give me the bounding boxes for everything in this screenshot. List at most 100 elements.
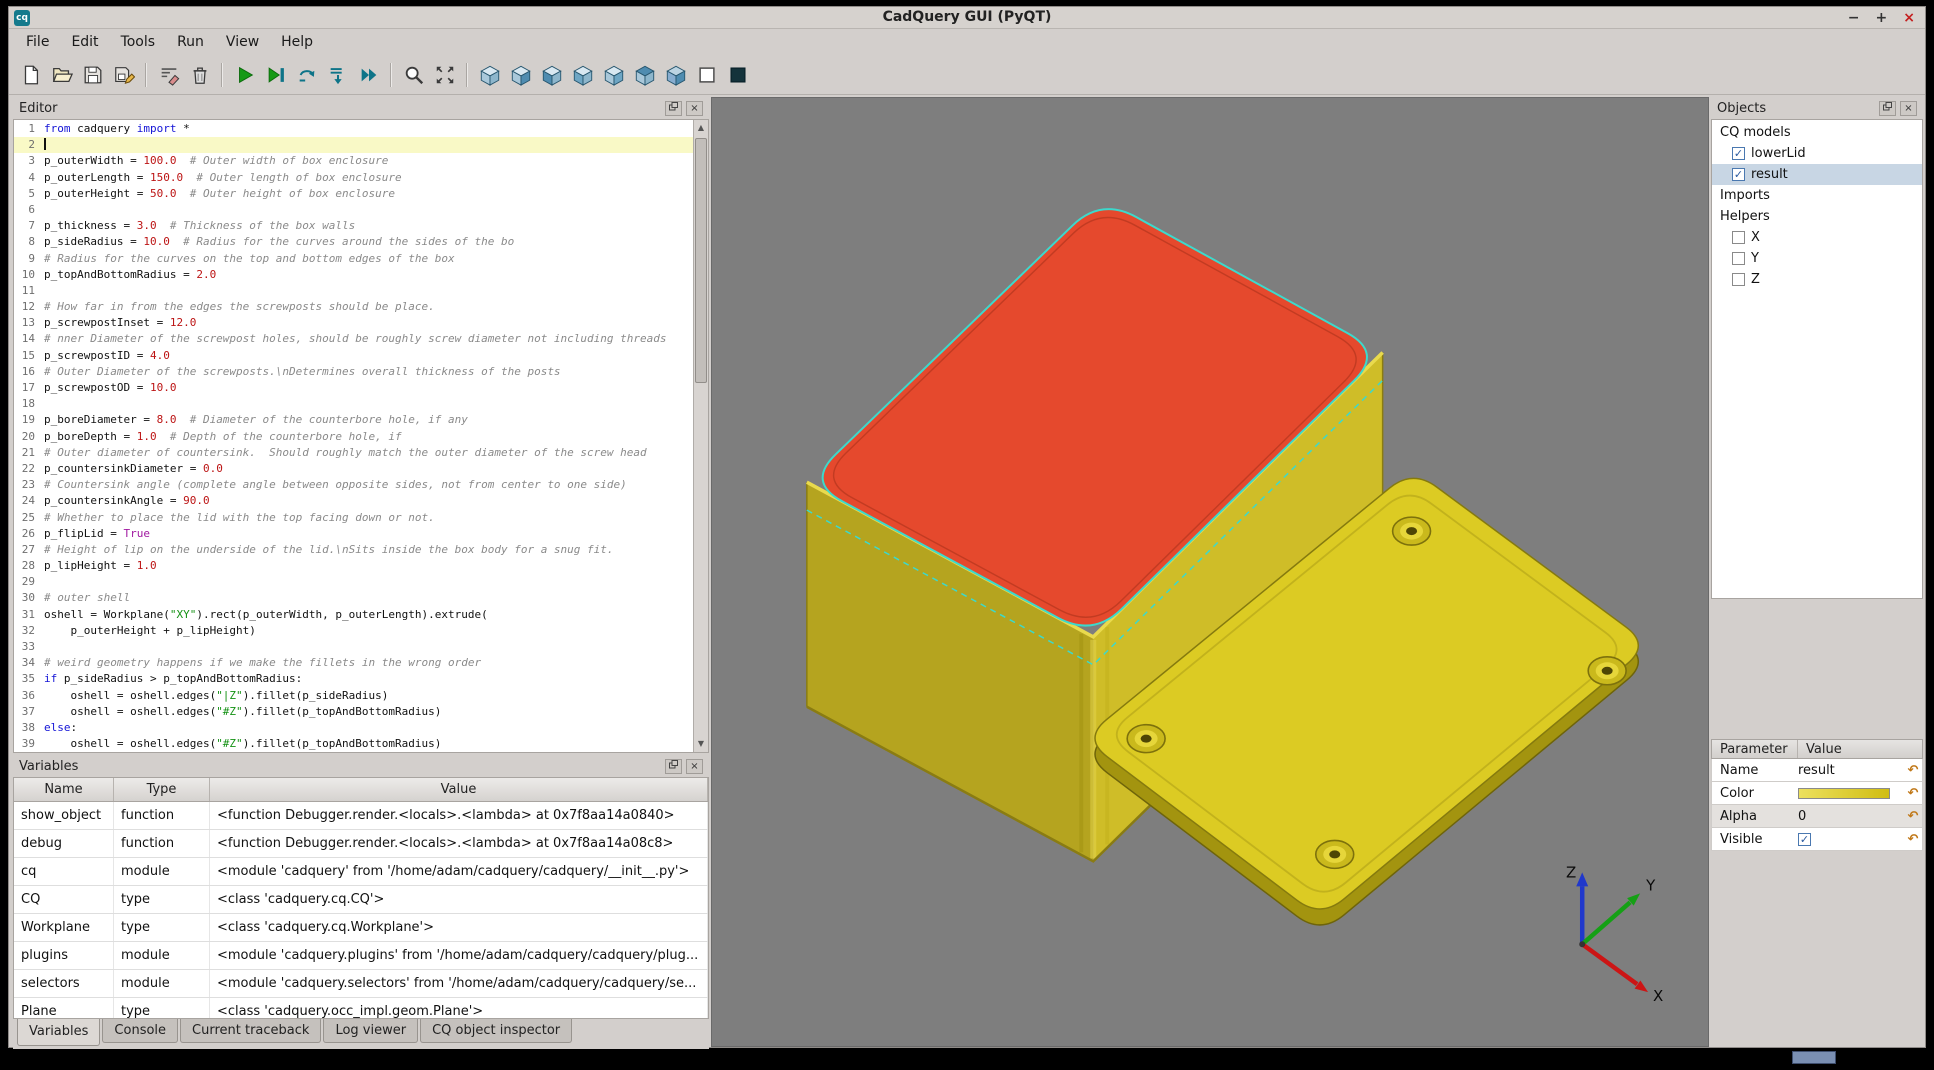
variable-row-selectors[interactable]: selectorsmodule<module 'cadquery.selecto…: [14, 970, 708, 998]
save-button[interactable]: [77, 59, 108, 90]
new-file-button[interactable]: [15, 59, 46, 90]
variable-row-workplane[interactable]: Workplanetype<class 'cadquery.cq.Workpla…: [14, 914, 708, 942]
menu-file[interactable]: File: [15, 31, 60, 53]
objects-float-button[interactable]: [1879, 101, 1896, 116]
code-line[interactable]: 2: [14, 137, 693, 153]
continue-button[interactable]: [353, 59, 384, 90]
minimize-button[interactable]: −: [1848, 8, 1860, 28]
view-left-button[interactable]: [567, 59, 598, 90]
code-line[interactable]: 35if p_sideRadius > p_topAndBottomRadius…: [14, 671, 693, 687]
reset-icon[interactable]: ↶: [1904, 763, 1922, 778]
code-line[interactable]: 31oshell = Workplane("XY").rect(p_outerW…: [14, 607, 693, 623]
code-line[interactable]: 7p_thickness = 3.0 # Thickness of the bo…: [14, 218, 693, 234]
param-value[interactable]: 0: [1798, 809, 1904, 824]
code-line[interactable]: 21# Outer diameter of countersink. Shoul…: [14, 445, 693, 461]
variable-row-show-object[interactable]: show_objectfunction<function Debugger.re…: [14, 802, 708, 830]
code-editor[interactable]: 1from cadquery import *23p_outerWidth = …: [13, 119, 709, 753]
tab-cq-object-inspector[interactable]: CQ object inspector: [420, 1019, 572, 1043]
objects-close-button[interactable]: ×: [1900, 101, 1917, 116]
step-over-button[interactable]: [291, 59, 322, 90]
param-row-alpha[interactable]: Alpha0↶: [1711, 805, 1923, 828]
code-line[interactable]: 17p_screwpostOD = 10.0: [14, 380, 693, 396]
code-line[interactable]: 5p_outerHeight = 50.0 # Outer height of …: [14, 186, 693, 202]
param-row-visible[interactable]: Visible✓↶: [1711, 828, 1923, 851]
debug-button[interactable]: [260, 59, 291, 90]
checkbox-y[interactable]: [1732, 252, 1745, 265]
checkbox-z[interactable]: [1732, 273, 1745, 286]
code-line[interactable]: 12# How far in from the edges the screwp…: [14, 299, 693, 315]
variable-row-plane[interactable]: Planetype<class 'cadquery.occ_impl.geom.…: [14, 998, 708, 1019]
param-row-color[interactable]: Color↶: [1711, 782, 1923, 805]
objects-tree[interactable]: CQ models✓lowerLid✓resultImportsHelpersX…: [1711, 119, 1923, 599]
code-line[interactable]: 15p_screwpostID = 4.0: [14, 348, 693, 364]
code-line[interactable]: 19p_boreDiameter = 8.0 # Diameter of the…: [14, 412, 693, 428]
editor-scrollbar[interactable]: ▲ ▼: [693, 120, 708, 752]
titlebar[interactable]: cq CadQuery GUI (PyQT) − + ×: [9, 7, 1925, 29]
code-line[interactable]: 4p_outerLength = 150.0 # Outer length of…: [14, 170, 693, 186]
delete-button[interactable]: [184, 59, 215, 90]
code-line[interactable]: 38else:: [14, 720, 693, 736]
variables-close-button[interactable]: ×: [686, 759, 703, 774]
wireframe-toggle-button[interactable]: [691, 59, 722, 90]
param-value[interactable]: result: [1798, 763, 1904, 778]
reset-icon[interactable]: ↶: [1904, 832, 1922, 847]
maximize-button[interactable]: +: [1876, 8, 1888, 28]
reset-icon[interactable]: ↶: [1904, 786, 1922, 801]
menu-help[interactable]: Help: [270, 31, 324, 53]
code-line[interactable]: 1from cadquery import *: [14, 121, 693, 137]
checkbox-x[interactable]: [1732, 231, 1745, 244]
code-line[interactable]: 39 oshell = oshell.edges("#Z").fillet(p_…: [14, 736, 693, 752]
checkbox-lowerlid[interactable]: ✓: [1732, 147, 1745, 160]
code-line[interactable]: 9# Radius for the curves on the top and …: [14, 251, 693, 267]
code-line[interactable]: 22p_countersinkDiameter = 0.0: [14, 461, 693, 477]
fit-view-button[interactable]: [429, 59, 460, 90]
variable-row-cq[interactable]: cqmodule<module 'cadquery' from '/home/a…: [14, 858, 708, 886]
code-line[interactable]: 30# outer shell: [14, 590, 693, 606]
tree-item-lowerlid[interactable]: ✓lowerLid: [1712, 143, 1922, 164]
variables-float-button[interactable]: [665, 759, 682, 774]
code-line[interactable]: 14# nner Diameter of the screwpost holes…: [14, 331, 693, 347]
scroll-up-icon[interactable]: ▲: [694, 120, 708, 136]
code-line[interactable]: 36 oshell = oshell.edges("|Z").fillet(p_…: [14, 688, 693, 704]
code-line[interactable]: 37 oshell = oshell.edges("#Z").fillet(p_…: [14, 704, 693, 720]
menu-edit[interactable]: Edit: [60, 31, 109, 53]
tree-item-y[interactable]: Y: [1712, 248, 1922, 269]
view-iso-button[interactable]: [474, 59, 505, 90]
tab-console[interactable]: Console: [102, 1019, 178, 1043]
code-line[interactable]: 20p_boreDepth = 1.0 # Depth of the count…: [14, 429, 693, 445]
shaded-toggle-button[interactable]: [722, 59, 753, 90]
column-header-type[interactable]: Type: [114, 778, 210, 801]
view-top-button[interactable]: [629, 59, 660, 90]
view-bottom-button[interactable]: [660, 59, 691, 90]
tree-item-x[interactable]: X: [1712, 227, 1922, 248]
zoom-button[interactable]: [398, 59, 429, 90]
tab-variables[interactable]: Variables: [17, 1019, 100, 1046]
view-right-button[interactable]: [598, 59, 629, 90]
scroll-down-icon[interactable]: ▼: [694, 736, 708, 752]
menu-view[interactable]: View: [215, 31, 270, 53]
close-button[interactable]: ×: [1903, 8, 1915, 28]
tree-group-imports[interactable]: Imports: [1712, 185, 1922, 206]
code-line[interactable]: 13p_screwpostInset = 12.0: [14, 315, 693, 331]
editor-close-button[interactable]: ×: [686, 101, 703, 116]
color-swatch[interactable]: [1798, 788, 1890, 799]
editor-float-button[interactable]: [665, 101, 682, 116]
reset-icon[interactable]: ↶: [1904, 809, 1922, 824]
code-line[interactable]: 18: [14, 396, 693, 412]
param-value[interactable]: [1798, 788, 1904, 799]
param-value[interactable]: ✓: [1798, 833, 1904, 846]
tree-item-z[interactable]: Z: [1712, 269, 1922, 290]
tree-group-helpers[interactable]: Helpers: [1712, 206, 1922, 227]
run-button[interactable]: [229, 59, 260, 90]
column-header-value[interactable]: Value: [210, 778, 708, 801]
variable-row-debug[interactable]: debugfunction<function Debugger.render.<…: [14, 830, 708, 858]
code-line[interactable]: 28p_lipHeight = 1.0: [14, 558, 693, 574]
save-as-button[interactable]: [108, 59, 139, 90]
code-line[interactable]: 11: [14, 283, 693, 299]
tree-item-result[interactable]: ✓result: [1712, 164, 1922, 185]
tree-group-cq-models[interactable]: CQ models: [1712, 122, 1922, 143]
view-front-button[interactable]: [505, 59, 536, 90]
code-line[interactable]: 8p_sideRadius = 10.0 # Radius for the cu…: [14, 234, 693, 250]
variable-row-plugins[interactable]: pluginsmodule<module 'cadquery.plugins' …: [14, 942, 708, 970]
code-line[interactable]: 23# Countersink angle (complete angle be…: [14, 477, 693, 493]
